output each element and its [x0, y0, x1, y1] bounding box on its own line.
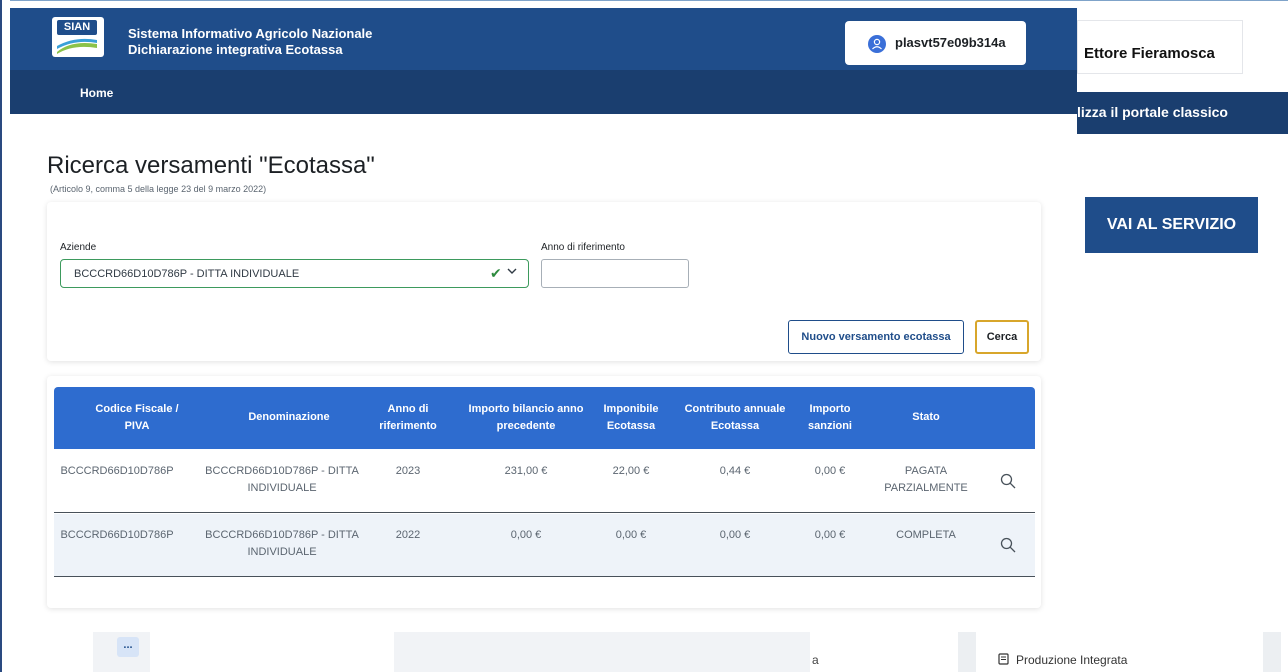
table-header: Codice Fiscale / PIVA Denominazione Anno… — [54, 387, 1035, 449]
classic-portal-link[interactable]: lizza il portale classico — [1077, 104, 1228, 120]
nav-bar — [10, 70, 1077, 114]
chevron-down-icon — [507, 266, 517, 279]
cell-contributo: 0,44 € — [719, 465, 751, 477]
cell-sanzioni: 0,00 € — [814, 465, 846, 477]
th-sanzioni-l1: Importo — [809, 403, 851, 415]
cell-bilancio: 0,00 € — [510, 529, 542, 541]
th-anno-l2: riferimento — [379, 420, 437, 432]
cell-denominazione-l1: BCCCRD66D10D786P - DITTA — [205, 465, 359, 477]
cell-anno: 2022 — [395, 529, 421, 541]
page-subtitle: (Articolo 9, comma 5 della legge 23 del … — [50, 184, 267, 194]
nuovo-versamento-button[interactable]: Nuovo versamento ecotassa — [788, 320, 964, 354]
app-title: Sistema Informativo Agricolo Nazionale D… — [128, 26, 372, 58]
cell-imponibile: 0,00 € — [615, 529, 647, 541]
anno-label: Anno di riferimento — [541, 242, 625, 253]
cell-denominazione-l1: BCCCRD66D10D786P - DITTA — [205, 529, 359, 541]
valid-check-icon: ✔ — [490, 265, 502, 281]
user-glyph-icon — [872, 38, 882, 50]
more-options-button[interactable]: ... — [117, 637, 139, 657]
aziende-select[interactable]: BCCCRD66D10D786P - DITTA INDIVIDUALE ✔ — [60, 259, 529, 288]
cell-stato: COMPLETA — [896, 529, 956, 541]
th-bilancio: Importo bilancio anno precedente — [452, 401, 600, 435]
th-imponibile: Imponibile Ecotassa — [595, 401, 667, 435]
th-contributo-l2: Ecotassa — [710, 420, 760, 432]
aziende-selected-value: BCCCRD66D10D786P - DITTA INDIVIDUALE — [74, 268, 300, 280]
document-icon — [998, 653, 1009, 665]
th-bilancio-l1: Importo bilancio anno — [468, 403, 584, 415]
app-title-line1: Sistema Informativo Agricolo Nazionale — [128, 26, 373, 41]
logo-waves-icon — [57, 38, 97, 54]
top-edge — [0, 0, 1288, 8]
th-bilancio-l2: precedente — [496, 420, 556, 432]
th-denominazione: Denominazione — [248, 411, 330, 423]
cell-denominazione: BCCCRD66D10D786P - DITTA INDIVIDUALE — [190, 463, 374, 497]
th-contributo-l1: Contributo annuale — [684, 403, 786, 415]
page-title: Ricerca versamenti "Ecotassa" — [47, 152, 375, 179]
cell-stato: PAGATA PARZIALMENTE — [884, 463, 968, 497]
cell-denominazione: BCCCRD66D10D786P - DITTA INDIVIDUALE — [190, 527, 374, 561]
th-anno: Anno di riferimento — [372, 401, 444, 435]
search-icon[interactable] — [1000, 537, 1016, 553]
cell-imponibile: 22,00 € — [612, 465, 650, 477]
anno-input[interactable] — [541, 259, 689, 288]
user-name: Ettore Fieramosca — [1084, 45, 1215, 62]
cell-anno: 2023 — [395, 465, 421, 477]
table-row: BCCCRD66D10D786P BCCCRD66D10D786P - DITT… — [54, 514, 1035, 577]
cell-sanzioni: 0,00 € — [814, 529, 846, 541]
app-title-line2: Dichiarazione integrativa Ecotassa — [128, 42, 343, 57]
th-imponibile-l2: Ecotassa — [606, 420, 656, 432]
search-icon[interactable] — [1000, 473, 1016, 489]
th-sanzioni: Importo sanzioni — [798, 401, 862, 435]
bottom-fragment-text: a — [812, 653, 819, 667]
aziende-label: Aziende — [60, 242, 97, 253]
user-account-button[interactable]: plasvt57e09b314a — [845, 21, 1026, 65]
table-row: BCCCRD66D10D786P BCCCRD66D10D786P - DITT… — [54, 450, 1035, 513]
produzione-integrata-link[interactable]: Produzione Integrata — [998, 653, 1127, 667]
th-codice-l2: PIVA — [124, 420, 150, 432]
sian-logo[interactable]: SIAN — [52, 17, 104, 57]
cell-denominazione-l2: INDIVIDUALE — [247, 546, 317, 558]
cell-bilancio: 231,00 € — [504, 465, 548, 477]
th-anno-l1: Anno di — [387, 403, 429, 415]
window-left-edge — [0, 0, 10, 672]
th-sanzioni-l2: sanzioni — [807, 420, 852, 432]
th-imponibile-l1: Imponibile — [603, 403, 659, 415]
cell-denominazione-l2: INDIVIDUALE — [247, 482, 317, 494]
nav-home-link[interactable]: Home — [80, 86, 113, 100]
cerca-button[interactable]: Cerca — [975, 320, 1029, 354]
th-contributo: Contributo annuale Ecotassa — [674, 401, 796, 435]
bottom-panel-white — [150, 632, 394, 672]
th-stato: Stato — [912, 411, 940, 423]
user-icon — [868, 35, 886, 53]
cell-codice: BCCCRD66D10D786P — [60, 465, 174, 477]
cell-stato-l2: PARZIALMENTE — [884, 482, 968, 494]
th-codice: Codice Fiscale / PIVA — [74, 401, 200, 435]
logo-text: SIAN — [57, 20, 97, 35]
bottom-divider — [1263, 632, 1281, 672]
cell-codice: BCCCRD66D10D786P — [60, 529, 174, 541]
cell-contributo: 0,00 € — [719, 529, 751, 541]
bottom-divider — [958, 632, 976, 672]
vai-al-servizio-button[interactable]: VAI AL SERVIZIO — [1085, 197, 1258, 253]
th-codice-l1: Codice Fiscale / — [95, 403, 179, 415]
user-code: plasvt57e09b314a — [895, 35, 1006, 50]
cell-stato-l1: PAGATA — [904, 465, 948, 477]
produzione-integrata-label: Produzione Integrata — [1016, 653, 1128, 667]
